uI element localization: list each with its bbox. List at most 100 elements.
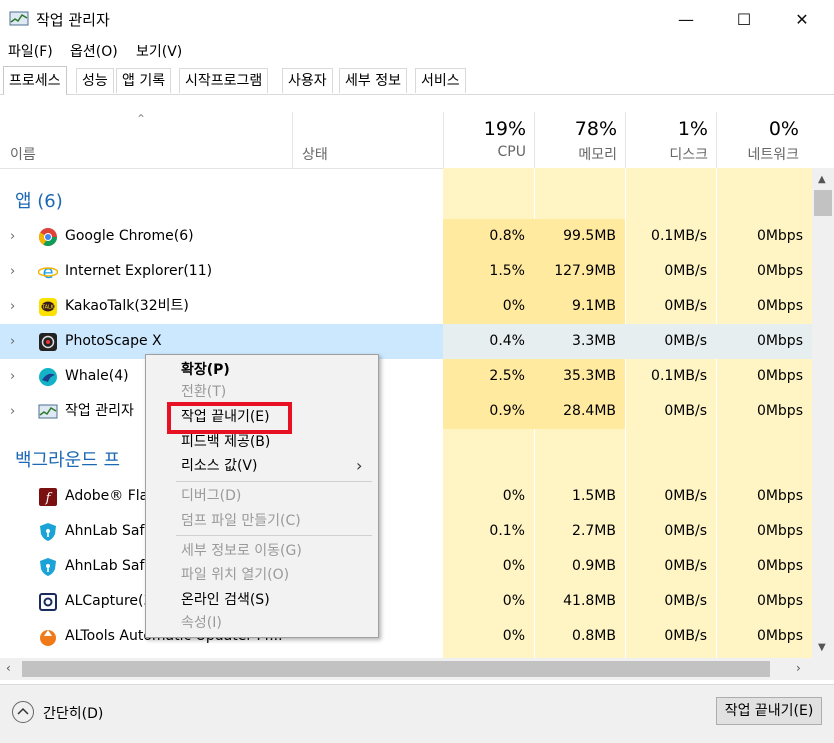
menu-options[interactable]: 옵션(O) — [70, 41, 118, 61]
context-menu-item: 디버그(D) — [181, 488, 242, 504]
memory-value: 2.7MB — [572, 523, 616, 539]
context-menu-item[interactable]: 리소스 값(V) — [181, 455, 257, 477]
column-header: ⌃ 이름 상태 19% CPU 78% 메모리 1% 디스크 0% 네트워크 — [0, 112, 834, 169]
network-value: 0Mbps — [756, 403, 803, 419]
cpu-value: 2.5% — [443, 359, 534, 394]
close-button[interactable]: ✕ — [773, 0, 831, 38]
fewer-details-link[interactable]: 간단히(D) — [43, 703, 103, 723]
menu-file[interactable]: 파일(F) — [8, 41, 53, 61]
tab-services[interactable]: 서비스 — [415, 68, 466, 93]
chrome-icon — [38, 227, 58, 247]
tab-processes[interactable]: 프로세스 — [3, 66, 67, 95]
ie-icon: e — [37, 262, 59, 283]
title-bar: 작업 관리자 — ☐ ✕ — [0, 0, 834, 38]
context-menu-item[interactable]: 확장(P) — [181, 359, 230, 381]
memory-value: 0.9MB — [572, 558, 616, 574]
memory-value: 99.5MB — [534, 219, 625, 254]
scroll-down-icon[interactable]: ▼ — [818, 642, 826, 653]
expand-chevron-icon[interactable]: › — [10, 324, 15, 359]
process-row[interactable]: › Whale(4) 2.5% 35.3MB 0.1MB/s 0Mbps — [0, 359, 812, 394]
scroll-left-icon[interactable]: ‹ — [6, 661, 11, 675]
memory-value: 127.9MB — [534, 254, 625, 289]
process-row[interactable]: › 작업 관리자 0.9% 28.4MB 0MB/s 0Mbps — [0, 394, 812, 429]
network-value: 0Mbps — [756, 593, 803, 609]
tab-performance[interactable]: 성능 — [76, 68, 114, 93]
process-row[interactable]: f Adobe® Fla 0% 1.5MB 0MB/s 0Mbps — [0, 479, 812, 514]
highlight-box — [167, 402, 292, 434]
svg-text:e: e — [42, 262, 53, 282]
network-value: 0Mbps — [716, 324, 812, 359]
cpu-value: 0% — [443, 289, 534, 324]
network-value: 0Mbps — [756, 298, 803, 314]
memory-value: 41.8MB — [563, 593, 616, 609]
end-task-button[interactable]: 작업 끝내기(E) — [716, 697, 822, 725]
horizontal-scroll-thumb[interactable] — [22, 661, 770, 677]
expand-chevron-icon[interactable]: › — [10, 359, 15, 394]
process-row[interactable]: › Google Chrome(6) 0.8% 99.5MB 0.1MB/s 0Mbps — [0, 219, 812, 254]
col-memory[interactable]: 메모리 — [535, 144, 617, 164]
disk-value: 0MB/s — [664, 558, 707, 574]
tab-details[interactable]: 세부 정보 — [339, 68, 407, 93]
cpu-pct[interactable]: 19% — [444, 118, 526, 140]
minimize-button[interactable]: — — [657, 0, 715, 38]
ahnlab-icon — [38, 557, 58, 577]
process-row[interactable]: ALCapture(3 0% 41.8MB 0MB/s 0Mbps — [0, 584, 812, 619]
col-name[interactable]: 이름 — [10, 144, 36, 164]
disk-value: 0MB/s — [664, 628, 707, 644]
memory-value: 35.3MB — [534, 359, 625, 394]
photoscape-icon — [38, 332, 58, 352]
process-row[interactable]: › TALK KakaoTalk(32비트) 0% 9.1MB 0MB/s 0Mbps — [0, 289, 812, 324]
context-menu-item: 파일 위치 열기(O) — [181, 567, 290, 583]
maximize-button[interactable]: ☐ — [715, 0, 773, 38]
disk-pct[interactable]: 1% — [626, 118, 708, 140]
collapse-chevron-icon[interactable] — [11, 700, 35, 724]
tab-startup[interactable]: 시작프로그램 — [179, 68, 269, 93]
memory-value: 9.1MB — [534, 289, 625, 324]
memory-value: 3.3MB — [534, 324, 625, 359]
menu-separator — [176, 535, 372, 536]
process-row[interactable]: AhnLab Saf 0.1% 2.7MB 0MB/s 0Mbps — [0, 514, 812, 549]
ahnlab-icon — [38, 522, 58, 542]
mem-pct[interactable]: 78% — [535, 118, 617, 140]
memory-value: 0.8MB — [572, 628, 616, 644]
scroll-corner — [812, 658, 834, 680]
context-menu-item: 덤프 파일 만들기(C) — [181, 513, 301, 529]
menu-view[interactable]: 보기(V) — [136, 41, 182, 61]
process-row[interactable]: › PhotoScape X 0.4% 3.3MB 0MB/s 0Mbps — [0, 324, 812, 359]
disk-value: 0MB/s — [664, 488, 707, 504]
context-menu-item[interactable]: 피드백 제공(B) — [181, 431, 270, 453]
col-disk[interactable]: 디스크 — [626, 144, 708, 164]
scroll-right-icon[interactable]: › — [796, 661, 801, 675]
footer-bar: 간단히(D) 작업 끝내기(E) — [0, 684, 834, 743]
expand-chevron-icon[interactable]: › — [10, 289, 15, 324]
col-network[interactable]: 네트워크 — [717, 144, 799, 164]
col-cpu[interactable]: CPU — [444, 144, 526, 160]
network-value: 0Mbps — [756, 558, 803, 574]
process-name: KakaoTalk(32비트) — [65, 298, 189, 314]
process-name: Google Chrome(6) — [65, 228, 194, 244]
network-value: 0Mbps — [756, 368, 803, 384]
process-row[interactable]: › e Internet Explorer(11) 1.5% 127.9MB 0MB/s 0… — [0, 254, 812, 289]
col-status[interactable]: 상태 — [302, 144, 328, 164]
expand-chevron-icon[interactable]: › — [10, 219, 15, 254]
tab-app-history[interactable]: 앱 기록 — [116, 68, 172, 93]
cpu-value: 0% — [502, 593, 525, 609]
column-divider — [292, 112, 293, 168]
vertical-scrollbar[interactable]: ▲ ▼ — [812, 168, 834, 658]
tab-users[interactable]: 사용자 — [282, 68, 333, 93]
group-background-header: 백그라운드 프 — [15, 450, 121, 471]
process-row[interactable]: ALTools Automatic Updater Pr...0%0.8MB0M… — [0, 619, 812, 654]
group-apps-header: 앱 (6) — [15, 191, 63, 212]
context-menu-item[interactable]: 온라인 검색(S) — [181, 589, 270, 611]
menu-bar: 파일(F) 옵션(O) 보기(V) — [0, 38, 834, 62]
expand-chevron-icon[interactable]: › — [10, 394, 15, 429]
vertical-scroll-thumb[interactable] — [814, 190, 832, 216]
net-pct[interactable]: 0% — [717, 118, 799, 140]
whale-icon — [38, 367, 58, 387]
cpu-value: 0% — [502, 628, 525, 644]
scroll-up-icon[interactable]: ▲ — [818, 174, 826, 185]
process-row[interactable]: AhnLab Saf 0% 0.9MB 0MB/s 0Mbps — [0, 549, 812, 584]
disk-value: 0MB/s — [664, 403, 707, 419]
expand-chevron-icon[interactable]: › — [10, 254, 15, 289]
horizontal-scrollbar[interactable]: ‹ › — [0, 658, 812, 680]
